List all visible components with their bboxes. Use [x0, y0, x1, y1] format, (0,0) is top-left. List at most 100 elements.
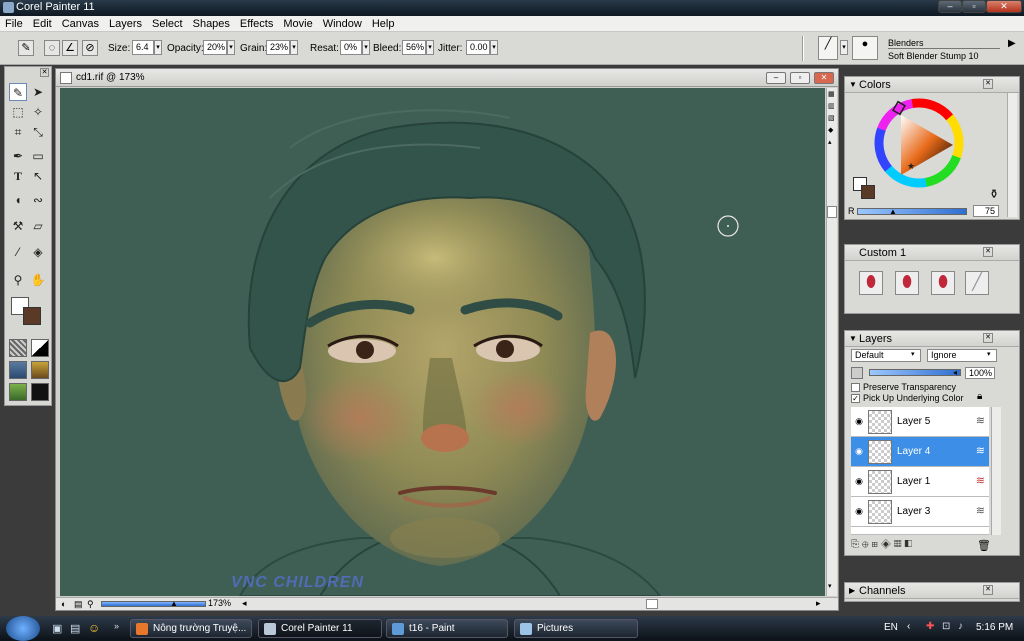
layers-panel-close-icon[interactable]: ✕	[983, 333, 993, 343]
opacity-field[interactable]: 20%	[203, 40, 227, 55]
taskbar-item-paint[interactable]: t16 - Paint	[386, 619, 508, 638]
show-desktop-icon[interactable]: ▣	[52, 622, 62, 635]
brush-category-label[interactable]: Blenders	[888, 38, 1000, 49]
jitter-dropdown[interactable]: ▾	[490, 40, 498, 55]
visibility-eye-icon[interactable]: ◉	[853, 476, 865, 488]
weaving-selector-icon[interactable]	[31, 361, 49, 379]
menu-file[interactable]: File	[0, 16, 28, 31]
menu-edit[interactable]: Edit	[28, 16, 57, 31]
layer-row-active[interactable]: ◉ Layer 4 ≋	[851, 437, 989, 467]
scroll-left-arrow[interactable]: ◂	[242, 598, 247, 609]
r-value-field[interactable]: 75	[973, 205, 999, 217]
size-dropdown[interactable]: ▾	[154, 40, 162, 55]
magnifier-icon[interactable]: ⚲	[9, 271, 27, 289]
quick-launch-overflow-icon[interactable]: »	[114, 621, 119, 631]
visibility-eye-icon[interactable]: ◉	[853, 506, 865, 518]
resat-field[interactable]: 0%	[340, 40, 362, 55]
crop-icon[interactable]: ⌗	[9, 123, 27, 141]
layers-panel-header[interactable]: ▼ Layers ✕	[845, 331, 1019, 347]
volume-icon[interactable]: ♪	[958, 621, 963, 632]
start-button[interactable]	[6, 616, 40, 641]
close-button[interactable]: ✕	[986, 0, 1022, 13]
custom-brush-2-icon[interactable]: ⬮	[895, 271, 919, 295]
grid-icon[interactable]: ▧	[828, 114, 836, 124]
tray-expand-icon[interactable]: ‹	[907, 621, 910, 632]
layer-row-partial[interactable]	[851, 527, 989, 535]
pen-icon[interactable]: ✒	[9, 147, 27, 165]
scroll-right-arrow[interactable]: ▸	[816, 598, 821, 609]
custom-panel-close-icon[interactable]: ✕	[983, 247, 993, 257]
opacity-dropdown[interactable]: ▾	[227, 40, 235, 55]
pick-up-color-checkbox[interactable]: ✓	[851, 394, 860, 403]
layer-icon[interactable]: ▤	[74, 599, 83, 610]
pattern-selector-icon[interactable]	[9, 361, 27, 379]
switch-windows-icon[interactable]: ▤	[70, 622, 80, 635]
vertical-scroll-thumb[interactable]	[827, 206, 837, 218]
fill-icon[interactable]: ◈	[29, 243, 47, 261]
tracing-paper-icon[interactable]: ▥	[828, 102, 836, 112]
collapse-icon[interactable]: ▼	[849, 80, 857, 89]
layer-opacity-slider[interactable]	[869, 369, 961, 376]
messenger-icon[interactable]: ☺	[88, 621, 100, 635]
r-slider-thumb[interactable]: ▲	[889, 207, 897, 216]
resat-dropdown[interactable]: ▾	[362, 40, 370, 55]
horizontal-scrollbar[interactable]: ◐ ▤ ⚲ ▲ 173% ◂ ▸	[56, 597, 838, 610]
brush-selector-arrow[interactable]: ▶	[1008, 38, 1016, 49]
menu-window[interactable]: Window	[318, 16, 367, 31]
custom-brush-3-icon[interactable]: ⬮	[931, 271, 955, 295]
cloner-icon[interactable]: ⚒	[9, 217, 27, 235]
network-icon[interactable]: ⊡	[942, 621, 950, 632]
brush-dab-icon[interactable]: ●	[852, 36, 878, 60]
painting-canvas[interactable]: VNC CHILDREN	[60, 88, 825, 596]
magic-wand-icon[interactable]: ✧	[29, 103, 47, 121]
layer-opacity-thumb[interactable]: ◂	[953, 368, 957, 377]
scroll-up-arrow[interactable]: ▴	[828, 138, 836, 148]
transform-icon[interactable]: ⤡	[29, 123, 47, 141]
menu-select[interactable]: Select	[147, 16, 188, 31]
expand-icon[interactable]: ▶	[849, 586, 855, 595]
additional-color-swatch[interactable]	[23, 307, 41, 325]
visibility-eye-icon[interactable]: ◉	[853, 446, 865, 458]
brush-category-dropdown[interactable]: ▾	[840, 40, 848, 55]
dropper-icon[interactable]: ⁄	[9, 243, 27, 261]
colors-panel-close-icon[interactable]: ✕	[983, 79, 993, 89]
custom-panel-header[interactable]: Custom 1 ✕	[845, 245, 1019, 261]
colors-panel-header[interactable]: ▼ Colors ✕	[845, 77, 1019, 93]
horizontal-scroll-thumb[interactable]	[646, 599, 658, 609]
custom-brush-4-icon[interactable]: ╱	[965, 271, 989, 295]
delete-layer-icon[interactable]: 🗑︎	[977, 539, 991, 552]
menu-movie[interactable]: Movie	[278, 16, 317, 31]
grabber-hand-icon[interactable]: ✋	[29, 271, 47, 289]
document-maximize-button[interactable]: ▫	[790, 72, 810, 84]
brush-category-icon[interactable]: ╱	[818, 36, 838, 60]
lasso-icon[interactable]: ∾	[29, 191, 47, 209]
maximize-button[interactable]: ▫	[962, 0, 986, 13]
clock[interactable]: 5:16 PM	[976, 622, 1013, 633]
zoom-slider[interactable]	[101, 601, 206, 607]
layer-row[interactable]: ◉ Layer 1 ≋	[851, 467, 989, 497]
clone-color-icon[interactable]: ⚱	[989, 187, 999, 201]
taskbar-item-painter[interactable]: Corel Painter 11	[258, 619, 382, 638]
taskbar-item-pictures[interactable]: Pictures	[514, 619, 638, 638]
custom-brush-1-icon[interactable]: ⬮	[859, 271, 883, 295]
text-tool-icon[interactable]: T	[9, 167, 27, 185]
layers-scrollbar[interactable]	[991, 407, 1001, 535]
nozzle-selector-icon[interactable]	[31, 383, 49, 401]
jitter-field[interactable]: 0.00	[466, 40, 490, 55]
zoom-icon[interactable]: ⚲	[87, 599, 94, 610]
channels-panel-close-icon[interactable]: ✕	[983, 585, 993, 595]
r-slider[interactable]	[857, 208, 967, 215]
look-selector-icon[interactable]	[9, 383, 27, 401]
navigator-icon[interactable]: ◐	[61, 599, 66, 609]
size-field[interactable]: 6.4	[132, 40, 154, 55]
language-indicator[interactable]: EN	[884, 622, 898, 633]
scroll-down-arrow[interactable]: ▾	[828, 582, 836, 592]
shape-selection-icon[interactable]: ↖	[29, 167, 47, 185]
channels-panel-header[interactable]: ▶ Channels ✕	[845, 583, 1019, 599]
collapse-icon[interactable]: ▼	[849, 334, 857, 343]
color-management-icon[interactable]: ◆	[828, 126, 836, 136]
paper-selector-icon[interactable]	[9, 339, 27, 357]
grain-field[interactable]: 23%	[266, 40, 290, 55]
lock-layer-icon[interactable]: 🔒︎	[977, 391, 982, 402]
gradient-selector-icon[interactable]	[31, 339, 49, 357]
